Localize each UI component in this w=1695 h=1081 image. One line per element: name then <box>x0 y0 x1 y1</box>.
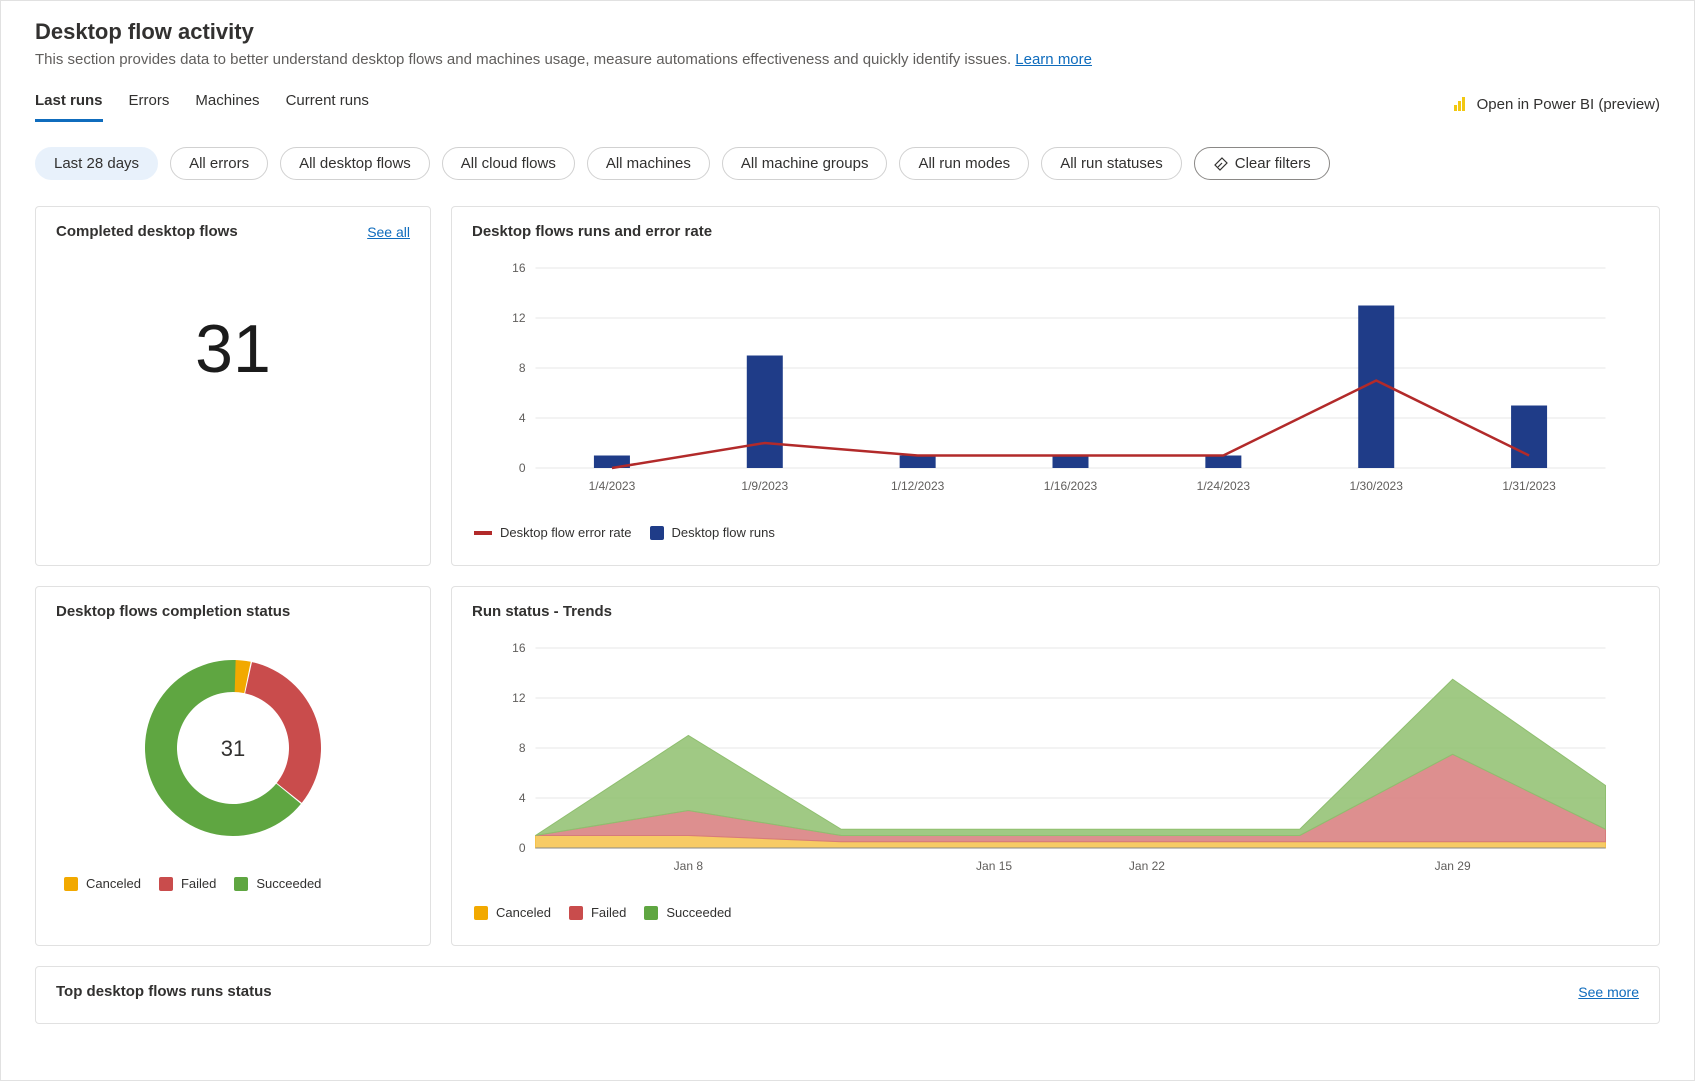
tab-last-runs[interactable]: Last runs <box>35 86 103 122</box>
eraser-icon <box>1213 156 1229 172</box>
tab-errors[interactable]: Errors <box>129 86 170 122</box>
svg-text:8: 8 <box>519 741 526 755</box>
completion-status-donut: 31 <box>123 638 343 858</box>
card-trends-title: Run status - Trends <box>472 603 612 620</box>
svg-text:Jan 22: Jan 22 <box>1129 859 1165 873</box>
svg-text:1/9/2023: 1/9/2023 <box>741 479 788 493</box>
filter-chip-run-modes[interactable]: All run modes <box>899 147 1029 180</box>
tabs: Last runs Errors Machines Current runs <box>35 86 369 122</box>
open-in-power-bi-label: Open in Power BI (preview) <box>1477 96 1660 113</box>
trends-legend-canceled: Canceled <box>474 905 551 920</box>
legend-canceled: Canceled <box>64 876 141 891</box>
filter-chip-run-statuses[interactable]: All run statuses <box>1041 147 1182 180</box>
trends-legend-succeeded: Succeeded <box>644 905 731 920</box>
svg-text:Jan 8: Jan 8 <box>674 859 704 873</box>
card-completed-flows: Completed desktop flows See all 31 <box>35 206 431 566</box>
page-subtitle: This section provides data to better und… <box>35 51 1660 68</box>
svg-text:1/24/2023: 1/24/2023 <box>1197 479 1251 493</box>
tab-machines[interactable]: Machines <box>195 86 259 122</box>
trends-succeeded-label: Succeeded <box>666 905 731 920</box>
trends-legend-failed: Failed <box>569 905 626 920</box>
failed-swatch <box>159 877 173 891</box>
page-subtitle-text: This section provides data to better und… <box>35 51 1015 68</box>
card-completion-title: Desktop flows completion status <box>56 603 290 620</box>
filter-chip-machines[interactable]: All machines <box>587 147 710 180</box>
card-completed-title: Completed desktop flows <box>56 223 238 240</box>
completed-flows-value: 31 <box>36 250 430 468</box>
card-run-status-trends: Run status - Trends 0 4 8 12 16 Jan 8 Jan 15 Ja… <box>451 586 1660 946</box>
open-in-power-bi-button[interactable]: Open in Power BI (preview) <box>1453 96 1660 113</box>
trends-canceled-label: Canceled <box>496 905 551 920</box>
svg-text:1/30/2023: 1/30/2023 <box>1350 479 1404 493</box>
svg-text:16: 16 <box>512 641 526 655</box>
clear-filters-label: Clear filters <box>1235 155 1311 172</box>
trends-failed-label: Failed <box>591 905 626 920</box>
svg-text:0: 0 <box>519 461 526 475</box>
card-runs-error-rate: Desktop flows runs and error rate 0 4 8 12 1… <box>451 206 1660 566</box>
page-title: Desktop flow activity <box>35 19 1660 45</box>
legend-failed: Failed <box>159 876 216 891</box>
svg-text:12: 12 <box>512 691 526 705</box>
card-completion-status: Desktop flows completion status 31 Cance… <box>35 586 431 946</box>
legend-canceled-label: Canceled <box>86 876 141 891</box>
svg-text:12: 12 <box>512 311 526 325</box>
svg-text:Jan 15: Jan 15 <box>976 859 1012 873</box>
legend-runs-label: Desktop flow runs <box>672 525 775 540</box>
card-top-title: Top desktop flows runs status <box>56 983 272 1000</box>
legend-succeeded: Succeeded <box>234 876 321 891</box>
svg-text:1/12/2023: 1/12/2023 <box>891 479 945 493</box>
filter-chip-desktop-flows[interactable]: All desktop flows <box>280 147 430 180</box>
legend-flow-runs: Desktop flow runs <box>650 525 775 540</box>
runs-error-chart: 0 4 8 12 16 1/4/2023 1/9/2023 1/12/2023 1/16/202… <box>474 258 1637 498</box>
legend-succeeded-label: Succeeded <box>256 876 321 891</box>
svg-text:0: 0 <box>519 841 526 855</box>
power-bi-icon <box>1453 96 1469 112</box>
legend-error-label: Desktop flow error rate <box>500 525 632 540</box>
svg-text:Jan 29: Jan 29 <box>1435 859 1471 873</box>
svg-text:1/4/2023: 1/4/2023 <box>589 479 636 493</box>
tabs-row: Last runs Errors Machines Current runs O… <box>35 86 1660 123</box>
error-rate-swatch <box>474 531 492 535</box>
legend-error-rate: Desktop flow error rate <box>474 525 632 540</box>
svg-text:4: 4 <box>519 411 526 425</box>
trends-succeeded-swatch <box>644 906 658 920</box>
filter-chip-date-range[interactable]: Last 28 days <box>35 147 158 180</box>
succeeded-swatch <box>234 877 248 891</box>
card-top-flows-status: Top desktop flows runs status See more <box>35 966 1660 1024</box>
filter-chip-machine-groups[interactable]: All machine groups <box>722 147 888 180</box>
svg-text:31: 31 <box>221 736 245 761</box>
svg-text:1/31/2023: 1/31/2023 <box>1502 479 1556 493</box>
filters-row: Last 28 days All errors All desktop flow… <box>35 147 1660 180</box>
trends-canceled-swatch <box>474 906 488 920</box>
filter-chip-cloud-flows[interactable]: All cloud flows <box>442 147 575 180</box>
legend-failed-label: Failed <box>181 876 216 891</box>
card-runs-error-title: Desktop flows runs and error rate <box>472 223 712 240</box>
tab-current-runs[interactable]: Current runs <box>286 86 369 122</box>
svg-text:16: 16 <box>512 261 526 275</box>
clear-filters-button[interactable]: Clear filters <box>1194 147 1330 180</box>
canceled-swatch <box>64 877 78 891</box>
see-all-link[interactable]: See all <box>367 224 410 240</box>
svg-text:8: 8 <box>519 361 526 375</box>
flow-runs-swatch <box>650 526 664 540</box>
svg-text:4: 4 <box>519 791 526 805</box>
filter-chip-errors[interactable]: All errors <box>170 147 268 180</box>
see-more-link[interactable]: See more <box>1578 984 1639 1000</box>
trends-failed-swatch <box>569 906 583 920</box>
learn-more-link[interactable]: Learn more <box>1015 51 1092 68</box>
trends-chart: 0 4 8 12 16 Jan 8 Jan 15 Jan 22 Jan 29 <box>474 638 1637 878</box>
svg-text:1/16/2023: 1/16/2023 <box>1044 479 1098 493</box>
